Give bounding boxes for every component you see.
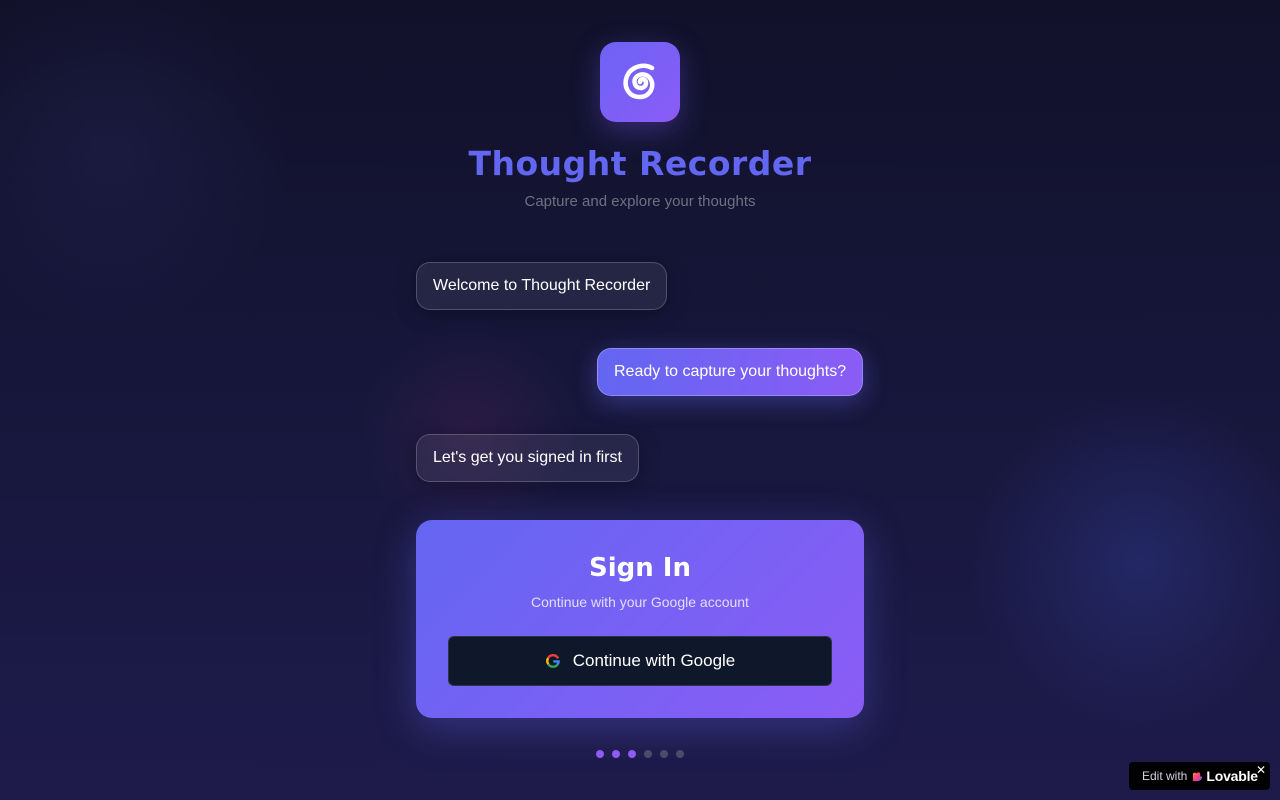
progress-dot-6 <box>676 750 684 758</box>
chat-bubble-signin-prompt: Let's get you signed in first <box>416 434 639 482</box>
chat-bubble-welcome: Welcome to Thought Recorder <box>416 262 668 310</box>
progress-dot-1 <box>596 750 604 758</box>
badge-prefix: Edit with <box>1142 769 1188 783</box>
continue-with-google-button[interactable]: Continue with Google <box>448 636 832 686</box>
edit-with-lovable-badge[interactable]: Edit with Lovable ✕ <box>1129 762 1270 790</box>
spiral-icon <box>623 63 655 100</box>
badge-brand: Lovable <box>1206 768 1258 784</box>
app-logo <box>600 42 680 122</box>
progress-dot-2 <box>612 750 620 758</box>
progress-dot-3 <box>628 750 636 758</box>
continue-with-google-label: Continue with Google <box>572 651 736 670</box>
signin-card: Sign In Continue with your Google accoun… <box>416 520 864 718</box>
signin-title: Sign In <box>589 553 691 583</box>
close-icon[interactable]: ✕ <box>1256 763 1266 777</box>
google-icon <box>545 654 560 668</box>
app-title: Thought Recorder <box>468 144 812 183</box>
lovable-heart-icon <box>1192 771 1203 782</box>
chat-bubble-ready: Ready to capture your thoughts? <box>597 348 864 396</box>
progress-dots <box>596 750 684 758</box>
progress-dot-5 <box>660 750 668 758</box>
progress-dot-4 <box>644 750 652 758</box>
app-subtitle: Capture and explore your thoughts <box>524 193 756 210</box>
signin-subtitle: Continue with your Google account <box>531 594 749 610</box>
